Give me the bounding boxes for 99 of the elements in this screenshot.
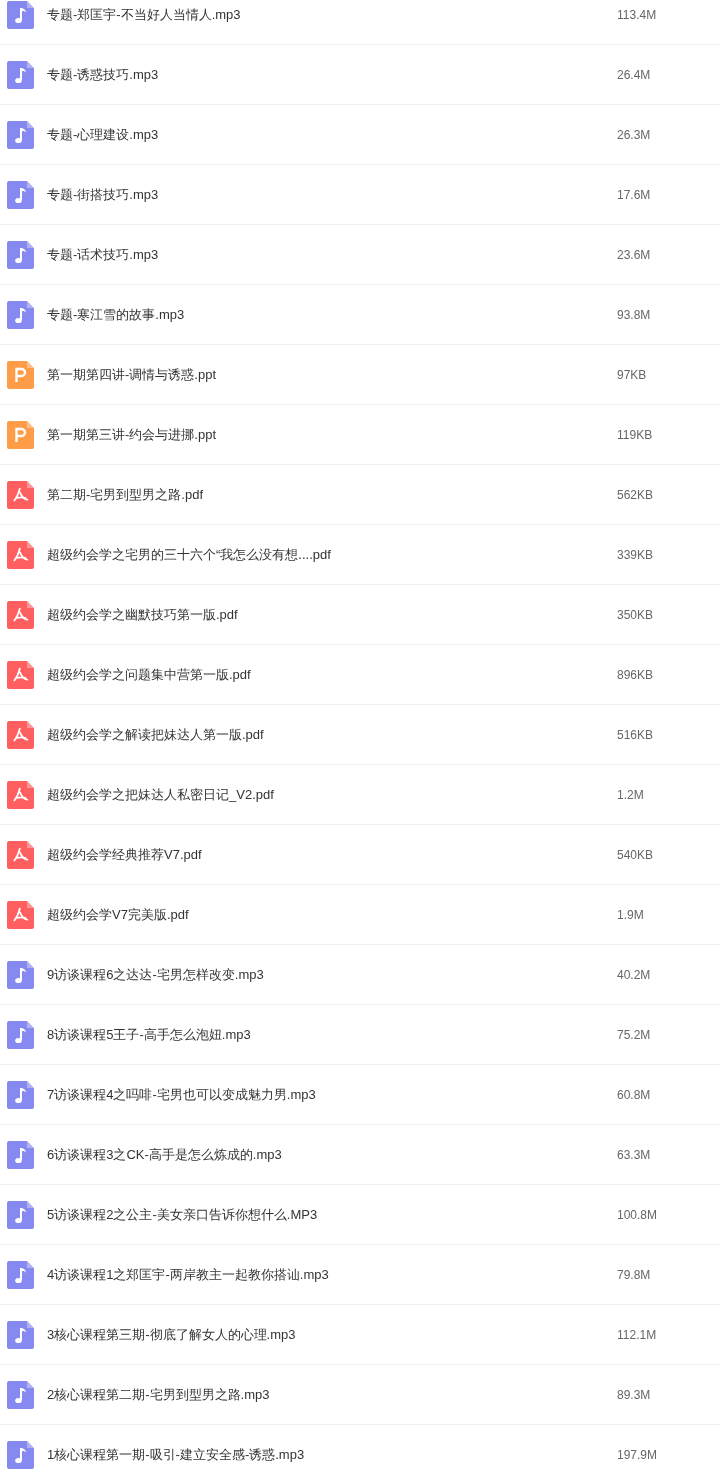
file-size: 17.6M [617, 186, 652, 204]
music-file-icon [7, 1380, 34, 1409]
file-size: 197.9M [617, 1446, 659, 1464]
music-file-icon [7, 960, 34, 989]
file-name: 专题-诱惑技巧.mp3 [47, 65, 160, 84]
file-row[interactable]: 3核心课程第三期-彻底了解女人的心理.mp3 112.1M [0, 1305, 720, 1365]
file-name: 6访谈课程3之CK-高手是怎么炼成的.mp3 [47, 1145, 283, 1164]
file-size: 40.2M [617, 966, 652, 984]
music-file-icon [7, 300, 34, 329]
music-file-icon [7, 1020, 34, 1049]
file-name: 第一期第四讲-调情与诱惑.ppt [47, 365, 217, 384]
file-row[interactable]: 第二期-宅男到型男之路.pdf 562KB [0, 465, 720, 525]
file-size: 26.3M [617, 126, 652, 144]
file-row[interactable]: 8访谈课程5王子-高手怎么泡妞.mp3 75.2M [0, 1005, 720, 1065]
file-size: 89.3M [617, 1386, 652, 1404]
file-size: 60.8M [617, 1086, 652, 1104]
music-file-icon [7, 120, 34, 149]
presentation-file-icon [7, 360, 34, 389]
presentation-file-icon [7, 420, 34, 449]
file-row[interactable]: 超级约会学之幽默技巧第一版.pdf 350KB [0, 585, 720, 645]
file-name: 第一期第三讲-约会与进挪.ppt [47, 425, 217, 444]
file-name: 第二期-宅男到型男之路.pdf [47, 485, 204, 504]
file-row[interactable]: 超级约会学V7完美版.pdf 1.9M [0, 885, 720, 945]
file-row[interactable]: 专题-心理建设.mp3 26.3M [0, 105, 720, 165]
pdf-file-icon [7, 600, 34, 629]
file-size: 1.2M [617, 786, 645, 804]
music-file-icon [7, 1080, 34, 1109]
file-name: 3核心课程第三期-彻底了解女人的心理.mp3 [47, 1325, 297, 1344]
file-name: 5访谈课程2之公主-美女亲口告诉你想什么.MP3 [47, 1205, 319, 1224]
file-row[interactable]: 超级约会学之宅男的三十六个“我怎么没有想....pdf 339KB [0, 525, 720, 585]
file-row[interactable]: 2核心课程第二期-宅男到型男之路.mp3 89.3M [0, 1365, 720, 1425]
file-name: 超级约会学V7完美版.pdf [47, 905, 190, 924]
file-size: 112.1M [617, 1326, 658, 1344]
file-size: 339KB [617, 546, 655, 564]
file-size: 26.4M [617, 66, 652, 84]
file-size: 1.9M [617, 906, 645, 924]
file-name: 专题-街搭技巧.mp3 [47, 185, 160, 204]
music-file-icon [7, 1260, 34, 1289]
pdf-file-icon [7, 720, 34, 749]
file-size: 896KB [617, 666, 655, 684]
file-name: 专题-心理建设.mp3 [47, 125, 160, 144]
file-name: 超级约会学之幽默技巧第一版.pdf [47, 605, 239, 624]
music-file-icon [7, 240, 34, 269]
music-file-icon [7, 1320, 34, 1349]
file-row[interactable]: 专题-街搭技巧.mp3 17.6M [0, 165, 720, 225]
file-size: 540KB [617, 846, 655, 864]
file-row[interactable]: 4访谈课程1之郑匡宇-两岸教主一起教你搭讪.mp3 79.8M [0, 1245, 720, 1305]
music-file-icon [7, 1440, 34, 1469]
file-name: 超级约会学之把妹达人私密日记_V2.pdf [47, 785, 275, 804]
music-file-icon [7, 1200, 34, 1229]
file-name: 专题-郑匡宇-不当好人当情人.mp3 [47, 5, 242, 24]
file-size: 23.6M [617, 246, 652, 264]
pdf-file-icon [7, 840, 34, 869]
pdf-file-icon [7, 900, 34, 929]
file-row[interactable]: 5访谈课程2之公主-美女亲口告诉你想什么.MP3 100.8M [0, 1185, 720, 1245]
file-size: 97KB [617, 366, 648, 384]
file-name: 超级约会学经典推荐V7.pdf [47, 845, 203, 864]
pdf-file-icon [7, 540, 34, 569]
file-size: 100.8M [617, 1206, 659, 1224]
file-row[interactable]: 1核心课程第一期-吸引-建立安全感-诱惑.mp3 197.9M [0, 1425, 720, 1474]
file-size: 79.8M [617, 1266, 652, 1284]
file-name: 超级约会学之宅男的三十六个“我怎么没有想....pdf [47, 545, 332, 564]
file-size: 516KB [617, 726, 655, 744]
file-row[interactable]: 超级约会学经典推荐V7.pdf 540KB [0, 825, 720, 885]
file-name: 超级约会学之解读把妹达人第一版.pdf [47, 725, 265, 744]
file-size: 113.4M [617, 6, 658, 24]
pdf-file-icon [7, 480, 34, 509]
file-size: 119KB [617, 426, 654, 444]
file-name: 专题-寒江雪的故事.mp3 [47, 305, 186, 324]
file-name: 8访谈课程5王子-高手怎么泡妞.mp3 [47, 1025, 252, 1044]
file-name: 超级约会学之问题集中营第一版.pdf [47, 665, 252, 684]
file-size: 350KB [617, 606, 655, 624]
pdf-file-icon [7, 660, 34, 689]
file-size: 562KB [617, 486, 655, 504]
file-size: 93.8M [617, 306, 652, 324]
file-row[interactable]: 专题-郑匡宇-不当好人当情人.mp3 113.4M [0, 0, 720, 45]
file-row[interactable]: 6访谈课程3之CK-高手是怎么炼成的.mp3 63.3M [0, 1125, 720, 1185]
file-row[interactable]: 第一期第四讲-调情与诱惑.ppt 97KB [0, 345, 720, 405]
file-name: 7访谈课程4之吗啡-宅男也可以变成魅力男.mp3 [47, 1085, 317, 1104]
music-file-icon [7, 180, 34, 209]
file-row[interactable]: 超级约会学之解读把妹达人第一版.pdf 516KB [0, 705, 720, 765]
file-row[interactable]: 专题-话术技巧.mp3 23.6M [0, 225, 720, 285]
file-name: 专题-话术技巧.mp3 [47, 245, 160, 264]
file-row[interactable]: 7访谈课程4之吗啡-宅男也可以变成魅力男.mp3 60.8M [0, 1065, 720, 1125]
file-row[interactable]: 专题-寒江雪的故事.mp3 93.8M [0, 285, 720, 345]
file-row[interactable]: 9访谈课程6之达达-宅男怎样改变.mp3 40.2M [0, 945, 720, 1005]
file-row[interactable]: 专题-诱惑技巧.mp3 26.4M [0, 45, 720, 105]
file-row[interactable]: 超级约会学之问题集中营第一版.pdf 896KB [0, 645, 720, 705]
pdf-file-icon [7, 780, 34, 809]
file-row[interactable]: 超级约会学之把妹达人私密日记_V2.pdf 1.2M [0, 765, 720, 825]
file-size: 63.3M [617, 1146, 652, 1164]
file-name: 4访谈课程1之郑匡宇-两岸教主一起教你搭讪.mp3 [47, 1265, 330, 1284]
file-row[interactable]: 第一期第三讲-约会与进挪.ppt 119KB [0, 405, 720, 465]
file-name: 2核心课程第二期-宅男到型男之路.mp3 [47, 1385, 271, 1404]
file-size: 75.2M [617, 1026, 652, 1044]
file-name: 1核心课程第一期-吸引-建立安全感-诱惑.mp3 [47, 1445, 306, 1464]
music-file-icon [7, 1140, 34, 1169]
music-file-icon [7, 60, 34, 89]
file-name: 9访谈课程6之达达-宅男怎样改变.mp3 [47, 965, 265, 984]
